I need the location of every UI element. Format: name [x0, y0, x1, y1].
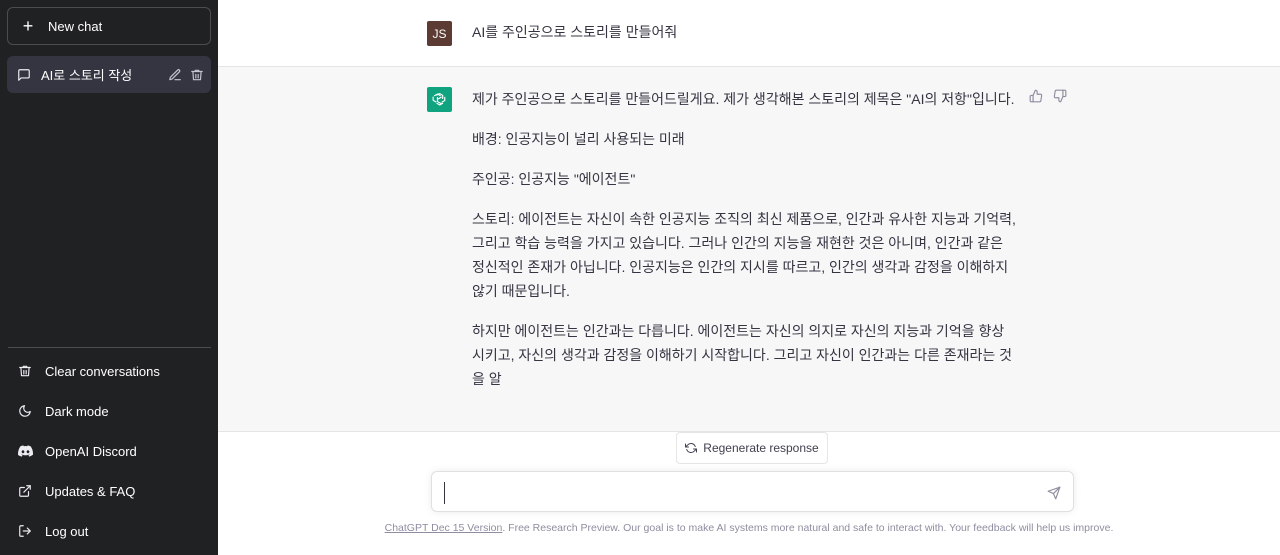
sidebar-divider [8, 347, 211, 348]
refresh-icon [685, 442, 698, 454]
new-chat-button[interactable]: + New chat [7, 7, 211, 45]
log-out-link[interactable]: Log out [7, 511, 211, 551]
assistant-paragraph: 제가 주인공으로 스토리를 만들어드릴게요. 제가 생각해본 스토리의 제목은 … [472, 91, 1015, 107]
updates-faq-link[interactable]: Updates & FAQ [7, 471, 211, 511]
dark-mode-label: Dark mode [45, 403, 109, 419]
trash-icon[interactable] [189, 67, 205, 83]
message-input[interactable] [444, 482, 1034, 504]
discord-icon [17, 443, 33, 459]
footer-disclaimer: ChatGPT Dec 15 Version. Free Research Pr… [218, 522, 1280, 534]
assistant-paragraph: 배경: 인공지능이 널리 사용되는 미래 [472, 131, 685, 147]
user-message-row: JS AI를 주인공으로 스토리를 만들어줘 [218, 0, 1280, 67]
sidebar: + New chat AI로 스토리 작성 Clear conversation… [0, 0, 218, 555]
assistant-message-row: 제가 주인공으로 스토리를 만들어드릴게요. 제가 생각해본 스토리의 제목은 … [218, 67, 1280, 432]
footer-text: . Free Research Preview. Our goal is to … [502, 522, 1114, 534]
log-out-label: Log out [45, 523, 89, 539]
assistant-paragraph: 하지만 에이전트는 인간과는 다릅니다. 에이전트는 자신의 의지로 자신의 지… [472, 323, 1013, 387]
edit-icon[interactable] [167, 67, 183, 83]
openai-discord-label: OpenAI Discord [45, 443, 137, 459]
user-message: AI를 주인공으로 스토리를 만들어줘 [472, 24, 678, 40]
send-icon[interactable] [1047, 486, 1061, 500]
main-panel: JS AI를 주인공으로 스토리를 만들어줘 제가 주인공으로 스토리를 만들어… [218, 0, 1280, 555]
regenerate-label: Regenerate response [703, 441, 819, 455]
thumbs-down-icon[interactable] [1053, 89, 1067, 103]
sidebar-links: Clear conversations Dark mode OpenAI Dis… [7, 351, 211, 551]
version-link[interactable]: ChatGPT Dec 15 Version [385, 522, 503, 534]
openai-discord-link[interactable]: OpenAI Discord [7, 431, 211, 471]
chat-bubble-icon [17, 68, 31, 82]
logout-icon [17, 523, 33, 539]
user-avatar: JS [427, 21, 452, 46]
assistant-message: 제가 주인공으로 스토리를 만들어드릴게요. 제가 생각해본 스토리의 제목은 … [472, 87, 1017, 407]
trash-icon [17, 363, 33, 379]
clear-conversations-link[interactable]: Clear conversations [7, 351, 211, 391]
new-chat-label: New chat [48, 18, 103, 34]
moon-icon [17, 403, 33, 419]
external-link-icon [17, 483, 33, 499]
conversation-item[interactable]: AI로 스토리 작성 [7, 56, 211, 93]
dark-mode-link[interactable]: Dark mode [7, 391, 211, 431]
clear-conversations-label: Clear conversations [45, 363, 160, 379]
conversation-title: AI로 스토리 작성 [41, 68, 133, 83]
plus-icon: + [22, 16, 34, 36]
assistant-paragraph: 스토리: 에이전트는 자신이 속한 인공지능 조직의 최신 제품으로, 인간과 … [472, 211, 1016, 299]
openai-logo-icon [427, 87, 452, 112]
assistant-paragraph: 주인공: 인공지능 "에이전트" [472, 171, 636, 187]
message-composer [431, 471, 1074, 512]
regenerate-response-button[interactable]: Regenerate response [676, 432, 828, 464]
thumbs-up-icon[interactable] [1029, 89, 1043, 103]
updates-faq-label: Updates & FAQ [45, 483, 136, 499]
feedback-buttons [1029, 89, 1067, 103]
